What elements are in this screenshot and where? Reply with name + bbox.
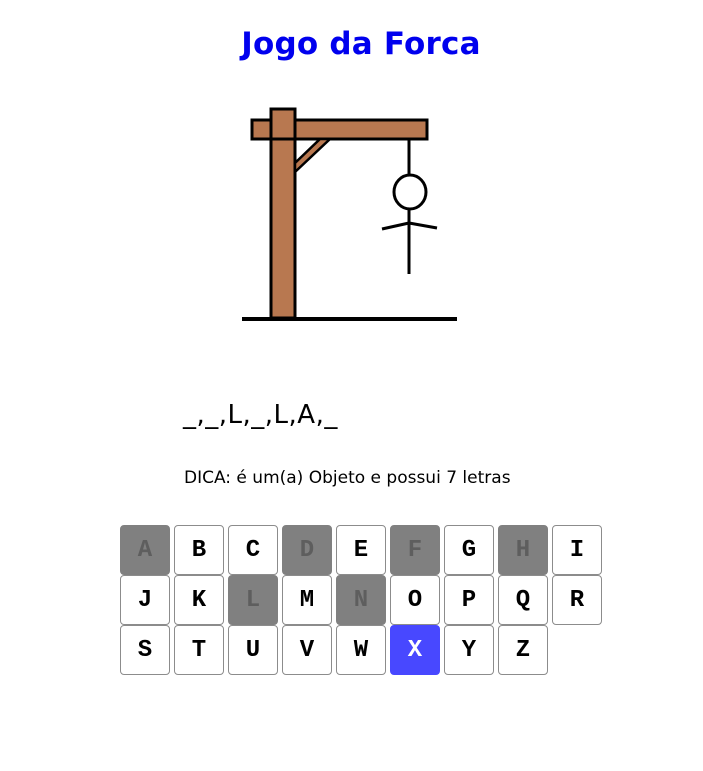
word-display: _,_,L,_,L,A,_ (183, 400, 338, 430)
hangman-drawing (242, 107, 457, 321)
key-x[interactable]: X (390, 625, 440, 675)
hint-text: DICA: é um(a) Objeto e possui 7 letras (184, 468, 511, 488)
keyboard-row: S T U V W X Y Z (120, 625, 606, 675)
key-b[interactable]: B (174, 525, 224, 575)
key-d[interactable]: D (282, 525, 332, 575)
key-l[interactable]: L (228, 575, 278, 625)
key-e[interactable]: E (336, 525, 386, 575)
key-y[interactable]: Y (444, 625, 494, 675)
key-m[interactable]: M (282, 575, 332, 625)
stickman-left-arm (381, 221, 410, 231)
stickman-right-arm (408, 221, 438, 230)
key-c[interactable]: C (228, 525, 278, 575)
key-z[interactable]: Z (498, 625, 548, 675)
key-g[interactable]: G (444, 525, 494, 575)
key-t[interactable]: T (174, 625, 224, 675)
key-p[interactable]: P (444, 575, 494, 625)
key-r[interactable]: R (552, 575, 602, 625)
key-u[interactable]: U (228, 625, 278, 675)
gallows-brace (293, 137, 334, 175)
key-q[interactable]: Q (498, 575, 548, 625)
key-w[interactable]: W (336, 625, 386, 675)
key-s[interactable]: S (120, 625, 170, 675)
key-o[interactable]: O (390, 575, 440, 625)
key-k[interactable]: K (174, 575, 224, 625)
key-h[interactable]: H (498, 525, 548, 575)
letter-keyboard: A B C D E F G H I J K L M N O P Q R S T … (120, 525, 606, 675)
keyboard-row: J K L M N O P Q R (120, 575, 606, 625)
key-j[interactable]: J (120, 575, 170, 625)
key-n[interactable]: N (336, 575, 386, 625)
key-a[interactable]: A (120, 525, 170, 575)
key-i[interactable]: I (552, 525, 602, 575)
key-f[interactable]: F (390, 525, 440, 575)
stickman-head (392, 173, 428, 211)
keyboard-row: A B C D E F G H I (120, 525, 606, 575)
key-v[interactable]: V (282, 625, 332, 675)
